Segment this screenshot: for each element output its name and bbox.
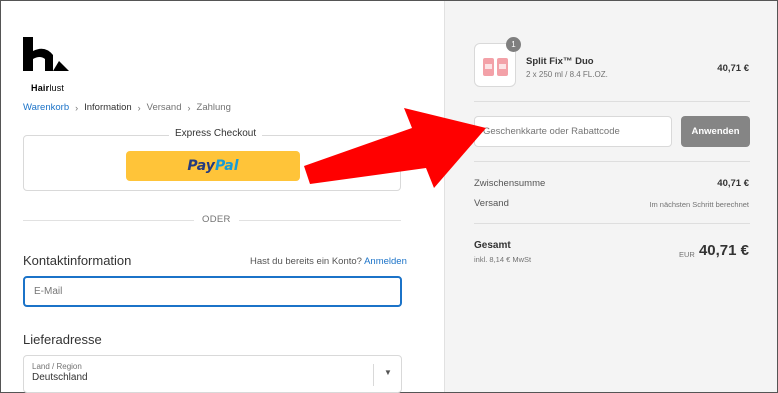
- express-checkout-title: Express Checkout: [169, 128, 263, 139]
- paypal-button[interactable]: Pay Pal: [126, 151, 300, 181]
- email-field[interactable]: [23, 276, 402, 307]
- product-variant: 2 x 250 ml / 8.4 FL.OZ.: [526, 70, 608, 79]
- shipping-section-title: Lieferadresse: [23, 332, 102, 347]
- shipping-label: Versand: [474, 198, 509, 209]
- caret-down-icon: ▼: [384, 368, 392, 377]
- brand-wordmark-light: lust: [49, 83, 65, 93]
- currency-code: EUR: [679, 250, 695, 259]
- breadcrumb-cart[interactable]: Warenkorb: [23, 102, 69, 113]
- chevron-right-icon: ›: [137, 102, 141, 113]
- breadcrumb: Warenkorb › Information › Versand › Zahl…: [23, 102, 231, 113]
- breadcrumb-shipping: Versand: [146, 102, 182, 113]
- contact-section-title: Kontaktinformation: [23, 253, 132, 268]
- summary-divider: [474, 161, 750, 162]
- summary-divider: [474, 101, 750, 102]
- checkout-main: Hairlust Warenkorb › Information › Versa…: [1, 1, 444, 393]
- country-select-value: Deutschland: [32, 372, 88, 383]
- summary-divider: [474, 223, 750, 224]
- quantity-badge: 1: [506, 37, 521, 52]
- product-image: [483, 58, 508, 76]
- total-amount: 40,71 €: [698, 242, 749, 259]
- select-divider: [373, 364, 374, 386]
- chevron-right-icon: ›: [75, 102, 79, 113]
- country-select[interactable]: Land / Region Deutschland ▼: [23, 355, 402, 393]
- brand-wordmark-bold: Hair: [31, 83, 50, 93]
- apply-discount-button[interactable]: Anwenden: [681, 116, 750, 147]
- total-label: Gesamt: [474, 240, 511, 251]
- country-select-label: Land / Region: [32, 362, 82, 371]
- shipping-value: Im nächsten Schritt berechnet: [649, 200, 749, 209]
- brand-wordmark: Hairlust: [31, 83, 64, 93]
- divider-label: ODER: [194, 214, 239, 225]
- tax-note: inkl. 8,14 € MwSt: [474, 255, 532, 264]
- paypal-logo-pal: Pal: [214, 158, 239, 174]
- paypal-logo-pay: Pay: [187, 158, 215, 174]
- breadcrumb-payment: Zahlung: [196, 102, 231, 113]
- login-prompt: Hast du bereits ein Konto? Anmelden: [250, 256, 407, 267]
- login-question: Hast du bereits ein Konto?: [250, 256, 362, 267]
- subtotal-value: 40,71 €: [717, 178, 749, 189]
- product-price: 40,71 €: [717, 63, 749, 74]
- red-arrow-annotation: [304, 108, 486, 188]
- breadcrumb-information: Information: [84, 102, 132, 113]
- order-summary: 1 Split Fix™ Duo 2 x 250 ml / 8.4 FL.OZ.…: [444, 1, 777, 392]
- login-link[interactable]: Anmelden: [364, 256, 407, 267]
- chevron-right-icon: ›: [187, 102, 191, 113]
- discount-code-input[interactable]: [474, 116, 672, 147]
- product-name: Split Fix™ Duo: [526, 56, 594, 67]
